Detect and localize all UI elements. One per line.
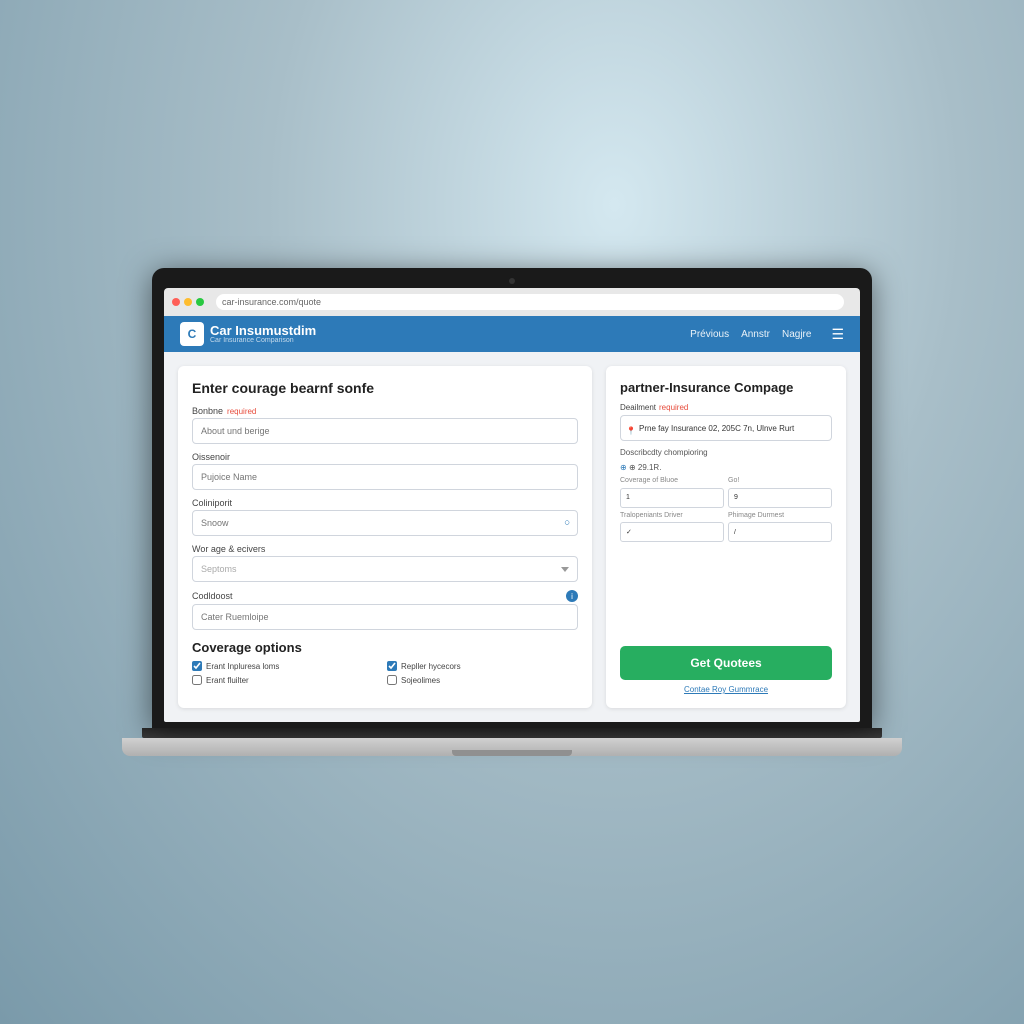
mini-input-coverage[interactable] [620, 488, 724, 508]
url-text: car-insurance.com/quote [222, 297, 321, 307]
checkbox-0[interactable] [192, 661, 202, 671]
laptop-camera [509, 278, 515, 284]
compare-link[interactable]: Contae Roy Gummrace [620, 685, 832, 694]
checkbox-item-1: Repller hycecors [387, 661, 578, 671]
detail-col-phimage: Phimage Durmest [728, 512, 832, 543]
nav-brand-text: Car Insumustdim [210, 324, 316, 337]
detail-col-coverage: Coverage of Bluoe [620, 477, 724, 508]
checkbox-item-0: Erant Inpluresa loms [192, 661, 383, 671]
select-wor-age[interactable]: Septoms [192, 556, 578, 582]
main-content: Enter courage bearnf sonfe Bonbne requir… [164, 352, 860, 722]
laptop-wrapper: car-insurance.com/quote C Car Insumustdi… [122, 268, 902, 756]
laptop-hinge [142, 728, 882, 738]
detail-label: Deailment required [620, 403, 832, 412]
col-label-driver: Tralopeniants Driver [620, 512, 724, 519]
traffic-light-yellow[interactable] [184, 298, 192, 306]
right-panel-title: partner-Insurance Compage [620, 380, 832, 395]
required-marker-0: required [227, 407, 256, 416]
traffic-light-red[interactable] [172, 298, 180, 306]
nav-logo: C Car Insumustdim Car Insurance Comparis… [180, 322, 316, 346]
get-quotes-button[interactable]: Get Quotees [620, 646, 832, 680]
left-panel: Enter courage bearnf sonfe Bonbne requir… [178, 366, 592, 708]
detail-required-marker: required [659, 403, 688, 412]
label-wor-age: Wor age & ecivers [192, 544, 578, 554]
traffic-light-green[interactable] [196, 298, 204, 306]
input-codldoost[interactable] [192, 604, 578, 630]
location-icon: 📍 [626, 427, 636, 436]
hamburger-icon[interactable]: ☰ [831, 326, 844, 343]
checkbox-label-3: Sojeolimes [401, 676, 440, 685]
checkbox-label-1: Repller hycecors [401, 662, 461, 671]
checkbox-label-2: Erant fluilter [206, 676, 249, 685]
detail-row-1: Coverage of Bluoe Go! [620, 477, 832, 508]
left-panel-title: Enter courage bearnf sonfe [192, 380, 578, 396]
nav-bar: C Car Insumustdim Car Insurance Comparis… [164, 316, 860, 352]
circle-icon: ○ [564, 518, 570, 529]
nav-logo-icon: C [180, 322, 204, 346]
select-wrapper-wor-age: Septoms [192, 556, 578, 582]
right-panel: partner-Insurance Compage Deailment requ… [606, 366, 846, 708]
detail-row-2: Tralopeniants Driver Phimage Durmest [620, 512, 832, 543]
url-bar[interactable]: car-insurance.com/quote [216, 294, 844, 310]
detail-input-wrapper: 📍 [620, 415, 832, 447]
input-oissenoir[interactable] [192, 464, 578, 490]
form-group-coliniporit: Coliniporit ○ [192, 498, 578, 536]
checkbox-item-3: Sojeolimes [387, 675, 578, 685]
form-group-wor-age: Wor age & ecivers Septoms [192, 544, 578, 582]
detail-col-go: Go! [728, 477, 832, 508]
checkbox-3[interactable] [387, 675, 397, 685]
form-group-codldoost: Codldoost i [192, 590, 578, 630]
col-label-phimage: Phimage Durmest [728, 512, 832, 519]
nav-link-previous[interactable]: Prévious [690, 329, 729, 340]
detail-col-driver: Tralopeniants Driver [620, 512, 724, 543]
coverage-section-title: Coverage options [192, 640, 578, 655]
label-oissenoir: Oissenoir [192, 452, 578, 462]
checkbox-label-0: Erant Inpluresa loms [206, 662, 279, 671]
badge-icon: i [566, 590, 578, 602]
label-coliniporit: Coliniporit [192, 498, 578, 508]
label-bonbne: Bonbne required [192, 406, 578, 416]
detail-input[interactable] [620, 415, 832, 441]
nav-sub-text: Car Insurance Comparison [210, 337, 316, 344]
checkbox-2[interactable] [192, 675, 202, 685]
input-bonbne[interactable] [192, 418, 578, 444]
info-line-1: Doscribcdty chompioring [620, 447, 832, 458]
laptop-base [122, 738, 902, 756]
mini-input-driver[interactable] [620, 522, 724, 542]
browser-chrome: car-insurance.com/quote [164, 288, 860, 316]
info-line-2: ⊕ ⊕ 29.1R. [620, 462, 832, 473]
mini-input-phimage[interactable] [728, 522, 832, 542]
form-group-oissenoir: Oissenoir [192, 452, 578, 490]
browser-content: C Car Insumustdim Car Insurance Comparis… [164, 316, 860, 722]
form-group-bonbne: Bonbne required [192, 406, 578, 444]
input-coliniporit[interactable] [192, 510, 578, 536]
col-label-go: Go! [728, 477, 832, 484]
nav-link-nagjre[interactable]: Nagjre [782, 329, 811, 340]
mini-input-go[interactable] [728, 488, 832, 508]
checkbox-1[interactable] [387, 661, 397, 671]
label-codldoost: Codldoost i [192, 590, 578, 602]
nav-link-annstr[interactable]: Annstr [741, 329, 770, 340]
coverage-checkboxes: Erant Inpluresa loms Repller hycecors Er… [192, 661, 578, 685]
laptop-screen-bezel: car-insurance.com/quote C Car Insumustdi… [152, 268, 872, 728]
info-icon: ⊕ [620, 463, 627, 472]
info-value: ⊕ 29.1R. [629, 463, 662, 472]
input-wrapper-coliniporit: ○ [192, 510, 578, 536]
checkbox-item-2: Erant fluilter [192, 675, 383, 685]
nav-links: Prévious Annstr Nagjre ☰ [690, 326, 844, 343]
col-label-coverage: Coverage of Bluoe [620, 477, 724, 484]
